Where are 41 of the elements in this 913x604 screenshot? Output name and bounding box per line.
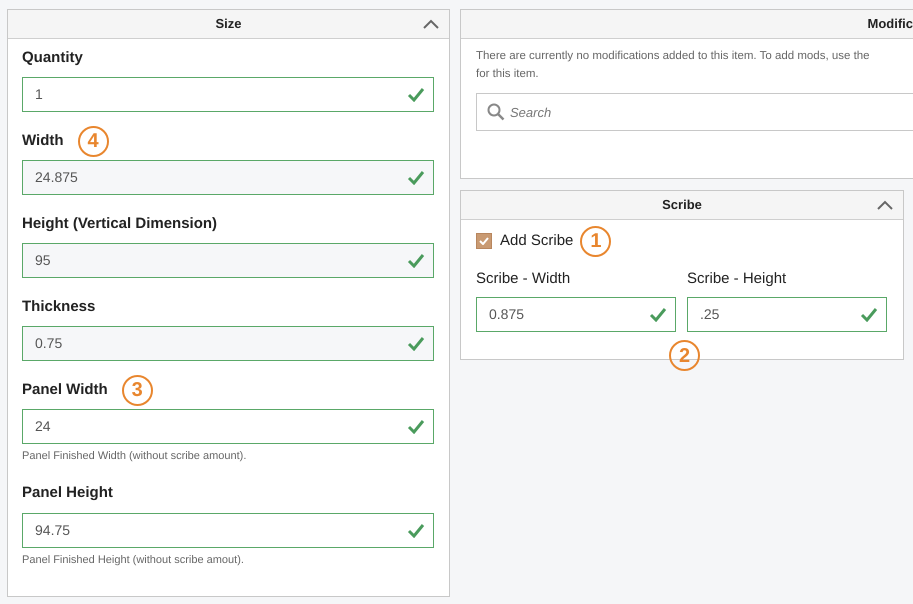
field-label: Panel Width: [22, 380, 108, 400]
panel-title: Size: [215, 15, 242, 34]
field-label: Scribe - Width: [476, 269, 572, 288]
panel-title: Scribe: [662, 196, 702, 214]
input-field[interactable]: 94.75: [22, 512, 434, 548]
panel-header[interactable]: Modific: [461, 10, 913, 39]
panel-title: Modific: [868, 15, 913, 34]
checkmark-icon: [860, 307, 878, 322]
checkbox-label: Add Scribe: [500, 230, 574, 251]
info-text: for this item.: [476, 67, 540, 82]
field-label: Height (Vertical Dimension): [22, 214, 218, 234]
input-field[interactable]: 24: [22, 409, 434, 444]
checkbox[interactable]: [476, 233, 492, 249]
checkmark-icon: [407, 253, 425, 268]
numbered-callout: 4: [78, 126, 109, 156]
search-field[interactable]: Search: [476, 93, 913, 131]
field-label: Thickness: [22, 296, 96, 317]
chevron-up-icon[interactable]: [877, 200, 893, 210]
input-field[interactable]: 0.875: [476, 297, 676, 332]
info-text: There are currently no modifications added to this item. To add mods, use the: [476, 49, 871, 64]
checkmark-icon: [407, 336, 425, 351]
checkmark-icon: [649, 307, 667, 322]
field-label: Width: [22, 130, 64, 151]
panel-header[interactable]: Size: [8, 10, 449, 39]
chevron-up-icon[interactable]: [423, 19, 439, 29]
numbered-callout: 3: [122, 374, 153, 406]
field-label: Quantity: [22, 48, 83, 68]
input-field[interactable]: .25: [687, 297, 887, 332]
checkmark-icon: [407, 522, 425, 538]
numbered-callout: 2: [669, 340, 700, 371]
field-label: Panel Height: [22, 483, 113, 504]
help-text: Panel Finished Height (without scribe amout).: [22, 552, 245, 568]
input-field[interactable]: 1: [22, 77, 434, 112]
checkmark-icon: [407, 87, 425, 102]
field-label: Scribe - Height: [687, 269, 788, 288]
check-icon: [479, 237, 489, 245]
checkmark-icon: [407, 419, 425, 434]
help-text: Panel Finished Width (without scribe amount).: [22, 449, 248, 464]
checkmark-icon: [407, 170, 425, 185]
panel-header[interactable]: Scribe: [461, 191, 903, 220]
numbered-callout: 1: [580, 226, 612, 256]
